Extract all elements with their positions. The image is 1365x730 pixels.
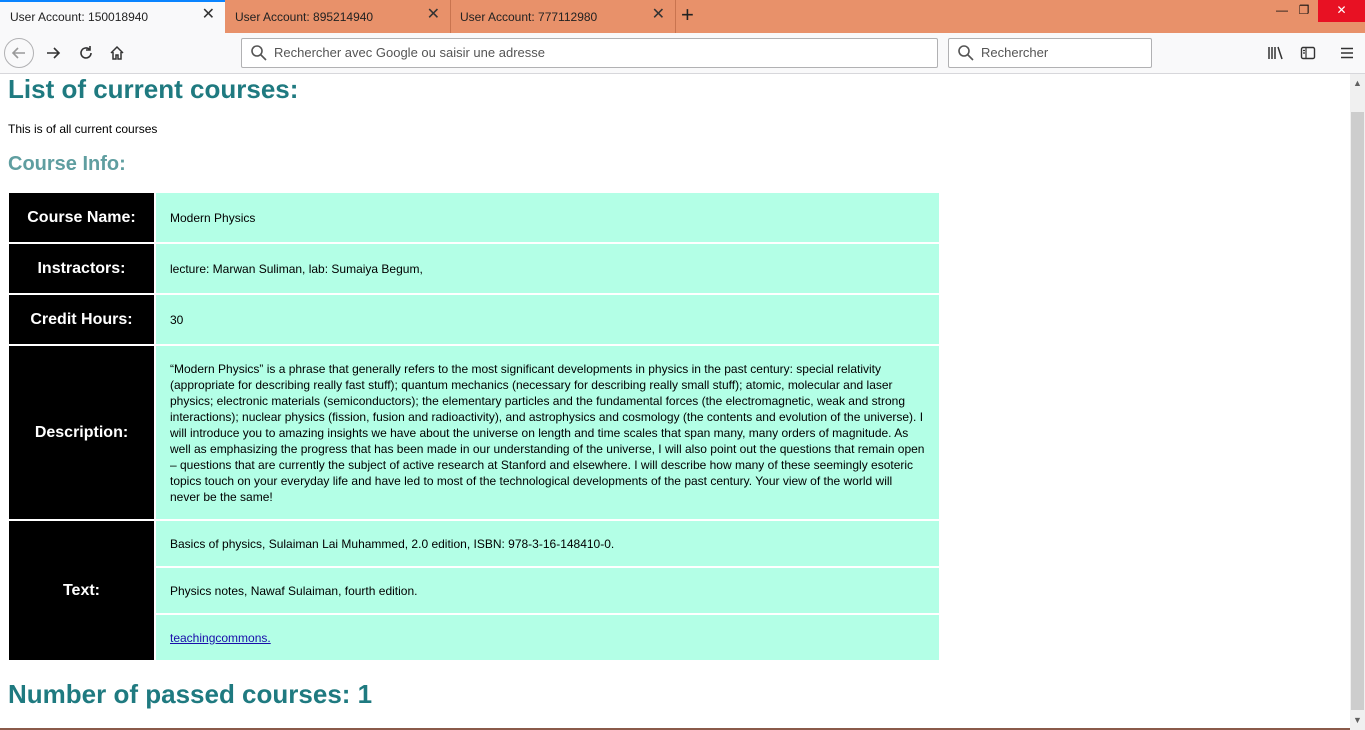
- search-input[interactable]: [981, 45, 1143, 60]
- tab-separator: [675, 0, 676, 33]
- table-row: Course Name: Modern Physics: [9, 193, 939, 242]
- tab-label: User Account: 895214940: [235, 10, 374, 24]
- library-icon[interactable]: [1264, 41, 1288, 65]
- table-row: Text: Basics of physics, Sulaiman Lai Mu…: [9, 521, 939, 660]
- section-title: Course Info:: [8, 153, 126, 175]
- intro-text: This is of all current courses: [8, 122, 158, 136]
- plus-icon[interactable]: +: [681, 4, 694, 26]
- navigation-bar: [0, 33, 1365, 74]
- table-row: Description: “Modern Physics” is a phras…: [9, 346, 939, 519]
- page-content: List of current courses: This is of all …: [0, 74, 1350, 730]
- tab-user-account-777112980[interactable]: User Account: 777112980 ✕: [450, 0, 675, 33]
- credit-hours-value: 30: [156, 295, 939, 344]
- close-icon[interactable]: ✕: [427, 7, 440, 23]
- text-link-cell: teachingcommons.: [156, 615, 939, 660]
- url-bar[interactable]: [241, 38, 938, 68]
- tab-user-account-895214940[interactable]: User Account: 895214940 ✕: [225, 0, 450, 33]
- table-row: Credit Hours: 30: [9, 295, 939, 344]
- description-value: “Modern Physics” is a phrase that genera…: [156, 346, 939, 519]
- tab-user-account-150018940[interactable]: User Account: 150018940 ✕: [0, 0, 225, 33]
- instructors-value: lecture: Marwan Suliman, lab: Sumaiya Be…: [156, 244, 939, 293]
- course-name-label: Course Name:: [9, 193, 154, 242]
- reload-icon[interactable]: [74, 41, 98, 65]
- course-info-table: Course Name: Modern Physics Instractors:…: [7, 191, 941, 662]
- scrollbar-thumb[interactable]: [1351, 112, 1364, 710]
- table-row: Instractors: lecture: Marwan Suliman, la…: [9, 244, 939, 293]
- page-title: List of current courses:: [8, 74, 299, 104]
- close-icon[interactable]: ✕: [202, 7, 215, 23]
- tab-strip: User Account: 150018940 ✕ User Account: …: [0, 0, 1365, 33]
- credit-hours-label: Credit Hours:: [9, 295, 154, 344]
- close-icon[interactable]: ✕: [652, 7, 665, 23]
- vertical-scrollbar[interactable]: ▲ ▼: [1350, 74, 1365, 730]
- text-item: Basics of physics, Sulaiman Lai Muhammed…: [156, 521, 939, 566]
- home-icon[interactable]: [105, 41, 129, 65]
- instructors-label: Instractors:: [9, 244, 154, 293]
- search-icon: [958, 45, 974, 61]
- search-bar[interactable]: [948, 38, 1152, 68]
- passed-courses-count: Number of passed courses: 1: [8, 679, 373, 709]
- hamburger-menu-icon[interactable]: [1335, 41, 1359, 65]
- scroll-down-icon[interactable]: ▼: [1350, 713, 1365, 728]
- scroll-up-icon[interactable]: ▲: [1350, 76, 1365, 91]
- description-label: Description:: [9, 346, 154, 519]
- text-item: Physics notes, Nawaf Sulaiman, fourth ed…: [156, 568, 939, 613]
- teachingcommons-link[interactable]: teachingcommons.: [170, 631, 271, 645]
- arrow-left-icon[interactable]: [4, 38, 34, 68]
- window-close-button[interactable]: ✕: [1318, 0, 1365, 22]
- url-input[interactable]: [274, 45, 830, 60]
- text-label: Text:: [9, 521, 154, 660]
- tab-label: User Account: 150018940: [10, 10, 149, 24]
- tab-label: User Account: 777112980: [460, 10, 598, 24]
- course-name-value: Modern Physics: [156, 193, 939, 242]
- arrow-right-icon[interactable]: [41, 41, 65, 65]
- search-icon: [251, 45, 267, 61]
- sidebar-icon[interactable]: [1296, 41, 1320, 65]
